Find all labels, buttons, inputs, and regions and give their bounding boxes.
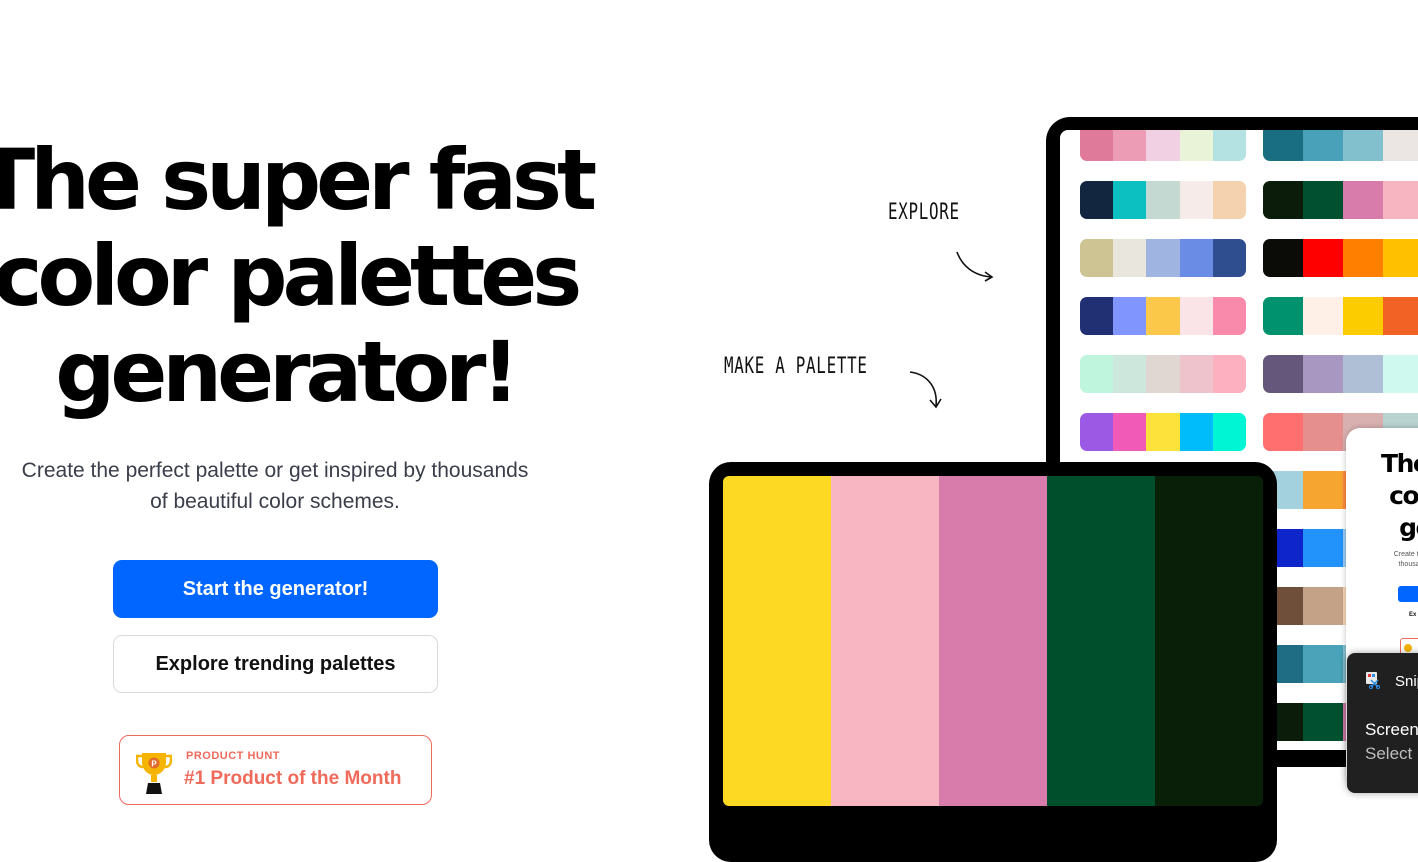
palette-swatch [1263, 355, 1303, 393]
palette-swatch [1080, 239, 1114, 277]
make-palette-annotation: MAKE A PALETTE [724, 354, 868, 379]
palette-swatch [1179, 297, 1213, 335]
palette-swatch [1212, 239, 1246, 277]
snip-notification-body: Select [1365, 744, 1413, 763]
palette-strip[interactable] [1080, 130, 1246, 161]
palette-strip[interactable] [1080, 181, 1246, 219]
palette-swatch [1263, 297, 1303, 335]
palette-swatch [1212, 297, 1246, 335]
palette-strip[interactable] [1263, 355, 1418, 393]
palette-swatch [1179, 413, 1213, 451]
explore-annotation: EXPLORE [888, 200, 960, 225]
palette-swatch [1080, 181, 1114, 219]
palette-swatch [1303, 239, 1343, 277]
make-arrow-icon [909, 371, 942, 409]
palette-swatch [1383, 355, 1418, 393]
palette-swatch [1303, 181, 1343, 219]
palette-swatch [1212, 130, 1246, 161]
palette-swatch [1343, 130, 1383, 161]
generator-color-column[interactable] [831, 476, 939, 806]
palette-strip[interactable] [1263, 130, 1418, 161]
palette-swatch [1263, 130, 1303, 161]
palette-swatch [1179, 130, 1213, 161]
phone-primary-button [1398, 586, 1418, 602]
palette-swatch [1080, 297, 1114, 335]
generator-color-column[interactable] [1047, 476, 1155, 806]
phone-title: The s colo ge [1381, 449, 1418, 542]
palette-swatch [1263, 181, 1303, 219]
palette-swatch [1383, 181, 1418, 219]
palette-swatch [1113, 413, 1147, 451]
palette-swatch [1303, 529, 1343, 567]
svg-text:P: P [151, 760, 157, 769]
explore-arrow-icon [956, 251, 994, 282]
palette-swatch [1343, 181, 1383, 219]
palette-swatch [1383, 297, 1418, 335]
snip-app-icon [1366, 672, 1381, 689]
palette-strip[interactable] [1080, 355, 1246, 393]
palette-swatch [1263, 413, 1303, 451]
palette-swatch [1343, 297, 1383, 335]
snip-notification-title: Screen [1365, 720, 1418, 739]
palette-strip[interactable] [1263, 297, 1418, 335]
explore-trending-button[interactable]: Explore trending palettes [113, 635, 438, 693]
palette-strip[interactable] [1080, 239, 1246, 277]
generator-color-column[interactable] [939, 476, 1047, 806]
palette-swatch [1383, 130, 1418, 161]
palette-swatch [1080, 413, 1114, 451]
palette-swatch [1080, 355, 1114, 393]
hero-subtitle: Create the perfect palette or get inspir… [21, 459, 529, 513]
palette-swatch [1146, 297, 1180, 335]
palette-swatch [1146, 239, 1180, 277]
generator-color-column[interactable] [1155, 476, 1263, 806]
palette-swatch [1179, 355, 1213, 393]
palette-swatch [1146, 355, 1180, 393]
palette-swatch [1303, 413, 1343, 451]
phone-trophy-icon [1404, 644, 1412, 652]
palette-strip[interactable] [1263, 239, 1418, 277]
palette-swatch [1303, 471, 1343, 509]
palette-swatch [1303, 355, 1343, 393]
palette-swatch [1263, 239, 1303, 277]
phone-secondary-link: Ex [1409, 612, 1417, 618]
palette-swatch [1303, 645, 1343, 683]
palette-swatch [1343, 239, 1383, 277]
product-hunt-label: PRODUCT HUNT [186, 750, 280, 762]
palette-swatch [1080, 130, 1114, 161]
palette-swatch [1343, 355, 1383, 393]
palette-swatch [1303, 297, 1343, 335]
snip-notification[interactable]: Snip Screen Select [1347, 653, 1418, 793]
snip-app-name: Snip [1395, 673, 1418, 690]
palette-swatch [1113, 130, 1147, 161]
palette-strip[interactable] [1263, 181, 1418, 219]
palette-swatch [1113, 355, 1147, 393]
generator-color-column[interactable] [723, 476, 831, 806]
palette-swatch [1146, 413, 1180, 451]
palette-swatch [1179, 181, 1213, 219]
palette-strip[interactable] [1080, 413, 1246, 451]
palette-swatch [1212, 181, 1246, 219]
palette-swatch [1113, 297, 1147, 335]
palette-swatch [1303, 703, 1343, 741]
generator-palette [723, 476, 1263, 806]
palette-swatch [1303, 587, 1343, 625]
phone-subtitle: Create the p thousand [1393, 551, 1418, 568]
product-hunt-badge[interactable]: P PRODUCT HUNT #1 Product of the Month [119, 735, 432, 805]
palette-swatch [1383, 239, 1418, 277]
palette-swatch [1146, 130, 1180, 161]
palette-swatch [1303, 130, 1343, 161]
start-generator-button[interactable]: Start the generator! [113, 560, 438, 618]
palette-swatch [1212, 413, 1246, 451]
palette-swatch [1113, 181, 1147, 219]
product-of-month-text: #1 Product of the Month [184, 768, 402, 789]
palette-swatch [1179, 239, 1213, 277]
hero-title: The super fast color palettes generator! [0, 131, 597, 421]
palette-swatch [1146, 181, 1180, 219]
palette-swatch [1113, 239, 1147, 277]
palette-swatch [1212, 355, 1246, 393]
palette-strip[interactable] [1080, 297, 1246, 335]
